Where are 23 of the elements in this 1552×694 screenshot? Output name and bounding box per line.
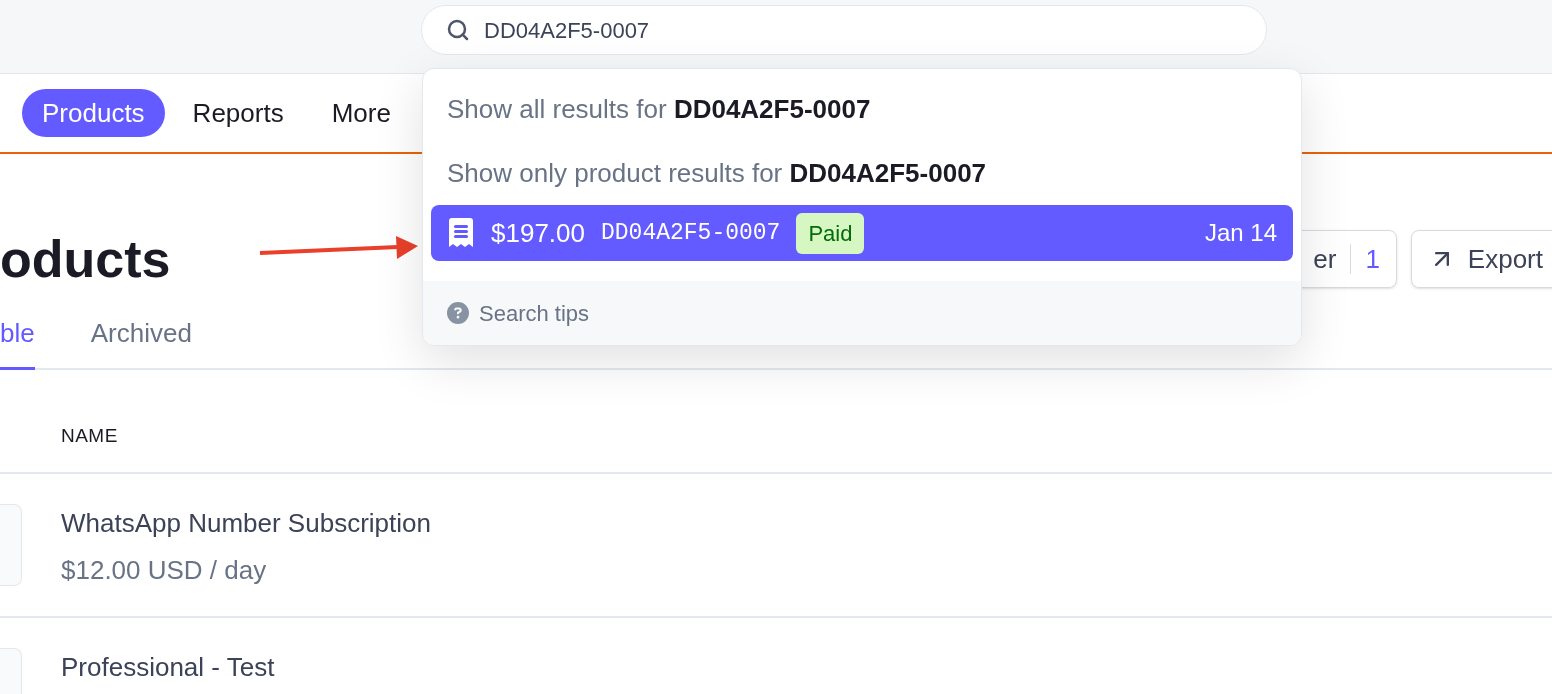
- product-price: $12.00 USD / day: [61, 554, 268, 587]
- product-name[interactable]: Professional - Test: [61, 648, 275, 687]
- tab[interactable]: Archived: [90, 310, 192, 370]
- receipt-icon: [447, 217, 475, 249]
- nav-tab[interactable]: Reports: [172, 89, 304, 137]
- search-result[interactable]: $197.00 DD04A2F5-0007 Paid Jan 14: [431, 205, 1293, 261]
- export-button[interactable]: Export: [1410, 230, 1552, 288]
- result-date: Jan 14: [1204, 218, 1277, 248]
- page-title: oducts: [0, 233, 171, 285]
- tab[interactable]: ble: [0, 310, 35, 370]
- search-tips-link[interactable]: Search tips: [447, 296, 590, 330]
- nav-tab[interactable]: Products: [22, 89, 165, 137]
- product-name[interactable]: WhatsApp Number Subscription: [61, 504, 431, 543]
- search-icon: [446, 18, 470, 42]
- status-badge: Paid: [796, 212, 865, 254]
- nav-tab[interactable]: More: [311, 89, 411, 137]
- result-amount: $197.00: [491, 216, 585, 250]
- help-icon: [447, 302, 469, 324]
- search-field[interactable]: DD04A2F5-0007: [421, 5, 1267, 55]
- result-id: DD04A2F5-0007: [601, 218, 781, 248]
- column-header: NAME: [61, 423, 118, 448]
- search-option[interactable]: Show all results for DD04A2F5-0007: [431, 77, 1293, 141]
- search-option[interactable]: Show only product results for DD04A2F5-0007: [431, 141, 1293, 205]
